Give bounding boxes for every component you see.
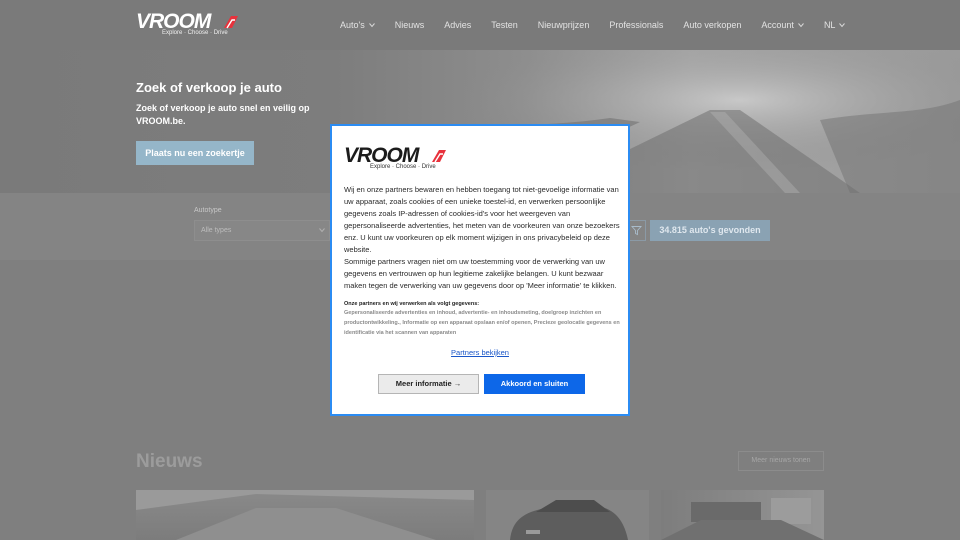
accept-and-close-button[interactable]: Akkoord en sluiten	[484, 374, 585, 394]
logo-tagline: Explore · Choose · Drive	[162, 30, 228, 36]
cookie-consent-dialog: VROOM Explore · Choose · Drive Wij en on…	[330, 124, 630, 416]
nav-item-testen[interactable]: Testen	[491, 19, 518, 31]
car-type-select[interactable]: Alle types	[194, 220, 330, 241]
purposes-list: Gepersonaliseerde advertenties en inhoud…	[344, 310, 620, 336]
nav-item-label: Advies	[444, 20, 472, 30]
chevron-down-icon	[319, 228, 325, 233]
nav-item-label: Testen	[491, 20, 518, 30]
logo-mark-icon	[224, 16, 238, 29]
car-interior-photo	[661, 498, 824, 540]
news-card-image[interactable]	[136, 490, 474, 540]
nav-item-label: Auto's	[340, 20, 365, 30]
vroom-logo[interactable]: VROOM Explore · Choose · Drive	[136, 10, 240, 38]
nav-item-nieuwprijzen[interactable]: Nieuwprijzen	[538, 19, 590, 31]
car-photo	[510, 500, 628, 540]
car-type-value: Alle types	[201, 227, 232, 234]
showroom-photo	[136, 490, 474, 540]
logo-tagline: Explore · Choose · Drive	[370, 164, 436, 170]
top-navigation: VROOM Explore · Choose · Drive Auto's Ni…	[0, 0, 960, 50]
nav-item-account[interactable]: Account	[761, 19, 804, 31]
show-results-button[interactable]: 34.815 auto's gevonden	[650, 220, 770, 241]
place-listing-button[interactable]: Plaats nu een zoekertje	[136, 141, 254, 165]
nav-item-label: NL	[823, 20, 836, 30]
chevron-down-icon	[798, 23, 804, 28]
consent-body-text: Wij en onze partners bewaren en hebben t…	[344, 184, 620, 292]
nav-item-nieuws[interactable]: Nieuws	[395, 19, 425, 31]
language-selector[interactable]: NL	[824, 19, 846, 31]
news-card-image[interactable]	[486, 490, 649, 540]
chevron-down-icon	[839, 23, 846, 28]
car-type-label: Autotype	[194, 207, 222, 214]
logo-mark-icon	[432, 150, 446, 163]
nav-item-autos[interactable]: Auto's	[340, 19, 375, 31]
hero-subtitle: Zoek of verkoop je auto snel en veilig o…	[136, 103, 310, 126]
nav-item-label: Auto verkopen	[683, 20, 742, 30]
hero-title: Zoek of verkoop je auto	[136, 80, 282, 95]
nav-item-label: Account	[761, 20, 794, 30]
logo-wordmark: VROOM	[344, 144, 419, 167]
consent-paragraph-1: Wij en onze partners bewaren en hebben t…	[344, 185, 620, 254]
filter-icon	[631, 226, 642, 236]
view-partners-link[interactable]: Partners bekijken	[332, 348, 628, 358]
nav-item-label: Nieuwprijzen	[537, 20, 590, 30]
vroom-logo: VROOM Explore · Choose · Drive	[344, 144, 448, 172]
purposes-heading: Onze partners en wij verwerken als volgt…	[344, 301, 480, 307]
more-news-button[interactable]: Meer nieuws tonen	[738, 451, 824, 471]
nav-item-advies[interactable]: Advies	[444, 19, 471, 31]
consent-paragraph-2: Sommige partners vragen niet om uw toest…	[344, 257, 617, 290]
news-card-image[interactable]	[661, 490, 824, 540]
nav-item-label: Professionals	[609, 20, 664, 30]
main-menu: Auto's Nieuws Advies Testen Nieuwprijzen…	[340, 0, 865, 50]
more-information-button[interactable]: Meer informatie →	[378, 374, 479, 394]
nav-item-label: Nieuws	[394, 20, 425, 30]
nav-item-auto-verkopen[interactable]: Auto verkopen	[683, 19, 741, 31]
news-heading: Nieuws	[136, 451, 203, 472]
nav-item-professionals[interactable]: Professionals	[609, 19, 663, 31]
logo-wordmark: VROOM	[136, 10, 211, 33]
chevron-down-icon	[368, 23, 375, 28]
